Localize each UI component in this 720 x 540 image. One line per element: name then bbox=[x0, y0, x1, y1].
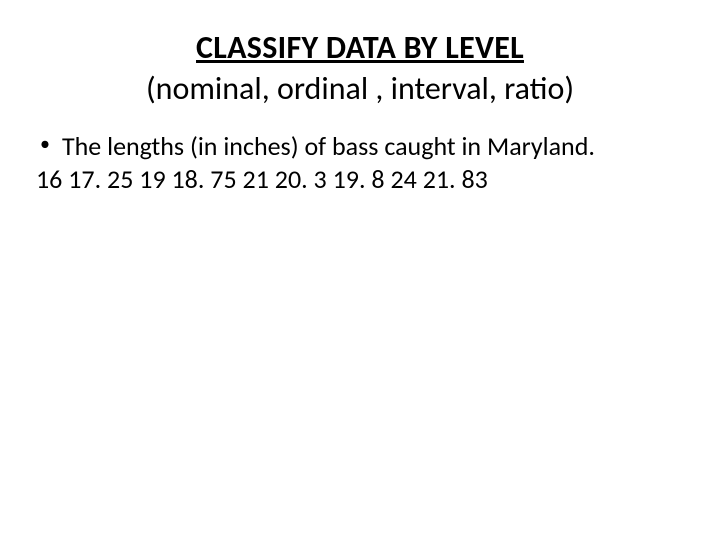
slide-content: • The lengths (in inches) of bass caught… bbox=[30, 130, 690, 197]
slide-title-block: CLASSIFY DATA BY LEVEL (nominal, ordinal… bbox=[30, 28, 690, 108]
bullet-text: The lengths (in inches) of bass caught i… bbox=[62, 130, 595, 163]
slide-title-main: CLASSIFY DATA BY LEVEL bbox=[30, 28, 690, 67]
bullet-icon: • bbox=[40, 132, 50, 158]
bullet-list: • The lengths (in inches) of bass caught… bbox=[34, 130, 690, 163]
slide-title-sub: (nominal, ordinal , interval, ratio) bbox=[30, 69, 690, 108]
data-values-line: 16 17. 25 19 18. 75 21 20. 3 19. 8 24 21… bbox=[36, 163, 656, 196]
list-item: • The lengths (in inches) of bass caught… bbox=[40, 130, 690, 163]
